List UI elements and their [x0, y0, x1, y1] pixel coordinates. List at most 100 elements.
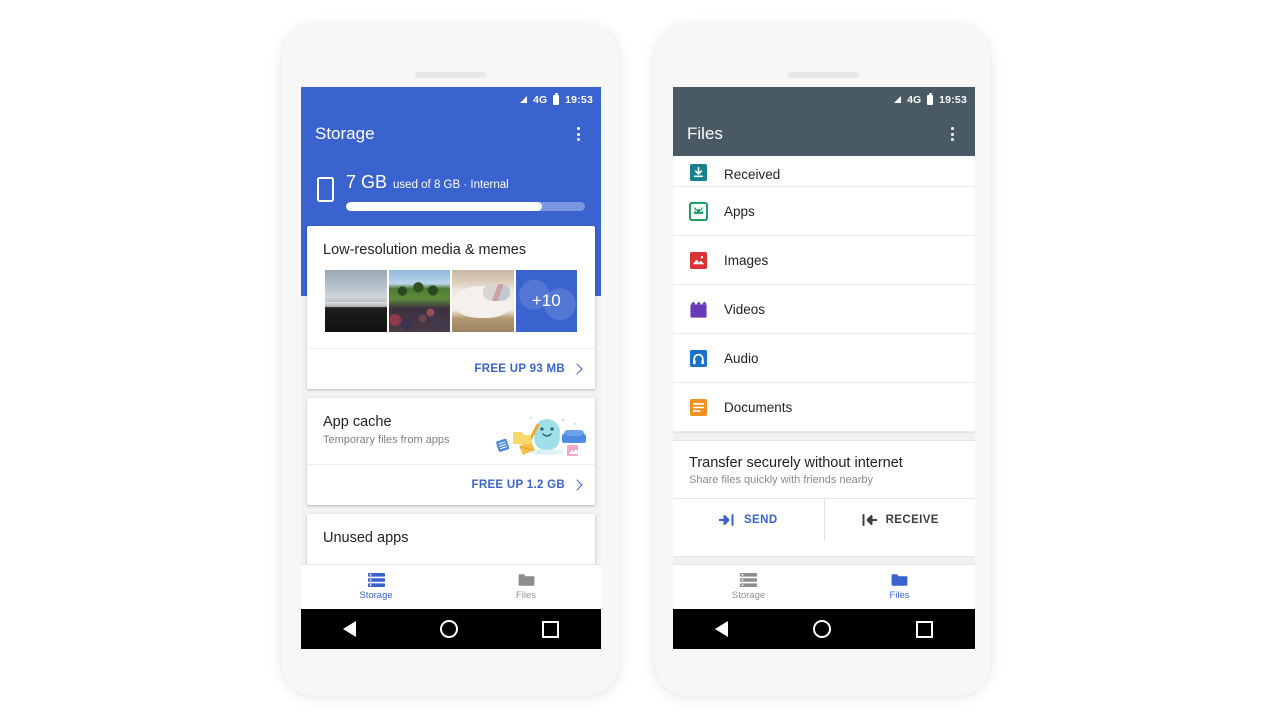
thumb-more[interactable]: +10 [515, 270, 577, 332]
image-icon [689, 251, 708, 269]
page-title: Files [687, 124, 723, 143]
list-item-label: Received [724, 167, 781, 182]
list-item-received[interactable]: Received [673, 156, 975, 187]
video-clapper-icon [690, 301, 707, 318]
card-unused-apps[interactable]: Unused apps [307, 514, 595, 564]
bottom-nav-label: Storage [359, 590, 393, 601]
bottom-nav-item-storage[interactable]: Storage [673, 565, 824, 609]
more-count-label: +10 [531, 291, 561, 310]
storage-used-detail: used of 8 GB · Internal [393, 179, 509, 191]
bottom-nav-item-files[interactable]: Files [451, 565, 601, 609]
download-box-icon [689, 163, 708, 182]
storage-content: 7 GB used of 8 GB · Internal Low-resolut… [301, 156, 601, 564]
list-item-label: Documents [724, 399, 793, 415]
list-item-videos[interactable]: Videos [673, 285, 975, 334]
kebab-menu-icon[interactable] [943, 125, 961, 143]
arrow-left-from-bar-icon [862, 514, 877, 526]
thumbnail-strip: +10 [307, 258, 595, 348]
folder-icon [518, 574, 534, 586]
earpiece-speaker [786, 72, 859, 78]
list-item-label: Images [724, 252, 769, 268]
content-spacer [673, 541, 975, 556]
list-item-audio[interactable]: Audio [673, 334, 975, 383]
storage-card-list: Low-resolution media & memes +10 FREE UP… [301, 226, 601, 564]
list-item-label: Apps [724, 203, 755, 219]
list-item-apps[interactable]: Apps [673, 187, 975, 236]
earpiece-speaker [414, 72, 487, 78]
status-bar: 4G 19:53 [673, 87, 975, 112]
files-app-bar: Files [673, 112, 975, 156]
triangle-back-icon[interactable] [343, 621, 356, 637]
signal-triangle-icon [894, 96, 902, 103]
chevron-right-icon [571, 479, 583, 491]
battery-icon [553, 92, 560, 105]
transfer-actions: SEND RECEIVE [673, 498, 975, 541]
phone-mockup-storage: 4G 19:53 Storage 7 GB used of 8 GB · Int… [281, 24, 620, 696]
transfer-promo: Transfer securely without internet Share… [673, 441, 975, 498]
network-type-label: 4G [907, 93, 922, 106]
bottom-nav-item-files[interactable]: Files [824, 565, 975, 609]
storage-list-icon [740, 573, 757, 587]
free-up-cache-button[interactable]: FREE UP 1.2 GB [307, 464, 595, 505]
storage-progress-fill [346, 202, 542, 211]
clock-label: 19:53 [565, 93, 593, 106]
free-up-media-button[interactable]: FREE UP 93 MB [307, 348, 595, 389]
bottom-nav-item-storage[interactable]: Storage [301, 565, 451, 609]
bottom-navigation: Storage Files [673, 564, 975, 609]
thumb-cat[interactable] [452, 270, 514, 332]
files-app-screen: 4G 19:53 Files Received Apps Images Vide… [673, 87, 975, 649]
list-item-label: Videos [724, 301, 766, 317]
send-label: SEND [743, 514, 778, 526]
storage-summary: 7 GB used of 8 GB · Internal [301, 156, 601, 211]
square-recents-icon[interactable] [915, 620, 933, 638]
square-recents-icon[interactable] [542, 620, 559, 638]
cleaning-blob-illustration [491, 410, 587, 460]
thumb-beach[interactable] [325, 270, 387, 332]
bottom-nav-label: Storage [731, 590, 766, 601]
storage-list-icon [367, 573, 385, 587]
signal-triangle-icon [520, 96, 528, 103]
section-divider [673, 432, 975, 441]
list-item-label: Audio [724, 350, 759, 366]
folder-icon [891, 574, 908, 586]
list-item-documents[interactable]: Documents [673, 383, 975, 432]
phone-mockup-files: 4G 19:53 Files Received Apps Images Vide… [654, 24, 991, 696]
card-low-resolution-media[interactable]: Low-resolution media & memes +10 FREE UP… [307, 226, 595, 389]
thumb-crowd[interactable] [388, 270, 450, 332]
kebab-menu-icon[interactable] [569, 125, 587, 143]
storage-app-bar: Storage [301, 112, 601, 156]
list-item-images[interactable]: Images [673, 236, 975, 285]
phone-icon [317, 177, 334, 202]
bottom-nav-label: Files [889, 590, 910, 601]
transfer-subtitle: Share files quickly with friends nearby [689, 474, 874, 486]
card-title: Low-resolution media & memes [323, 242, 527, 258]
storage-progress-bar [346, 202, 585, 211]
document-lines-icon [689, 398, 708, 416]
send-button[interactable]: SEND [673, 499, 825, 541]
page-title: Storage [315, 124, 375, 143]
network-type-label: 4G [533, 93, 548, 106]
screenshot-stage: 4G 19:53 Storage 7 GB used of 8 GB · Int… [0, 0, 1280, 720]
storage-used-amount: 7 GB [346, 172, 388, 192]
card-app-cache[interactable]: App cache Temporary files from apps FREE… [307, 398, 595, 505]
android-system-nav [673, 609, 975, 649]
bottom-navigation: Storage Files [301, 564, 601, 609]
arrow-right-to-bar-icon [718, 514, 734, 526]
free-up-media-label: FREE UP 93 MB [474, 363, 565, 375]
receive-label: RECEIVE [885, 514, 939, 526]
chevron-right-icon [571, 363, 583, 375]
battery-icon [927, 92, 934, 105]
android-system-nav [301, 609, 601, 649]
status-bar: 4G 19:53 [301, 87, 601, 112]
free-up-cache-label: FREE UP 1.2 GB [471, 479, 565, 491]
bottom-nav-label: Files [515, 590, 537, 601]
files-content: Received Apps Images Videos Audio Docume… [673, 156, 975, 564]
circle-home-icon[interactable] [812, 620, 831, 638]
receive-button[interactable]: RECEIVE [825, 499, 976, 541]
android-apps-icon [689, 201, 708, 221]
storage-app-screen: 4G 19:53 Storage 7 GB used of 8 GB · Int… [301, 87, 601, 649]
transfer-title: Transfer securely without internet [689, 455, 903, 471]
headphones-icon [689, 349, 708, 367]
circle-home-icon[interactable] [440, 620, 458, 638]
triangle-back-icon[interactable] [715, 621, 729, 637]
